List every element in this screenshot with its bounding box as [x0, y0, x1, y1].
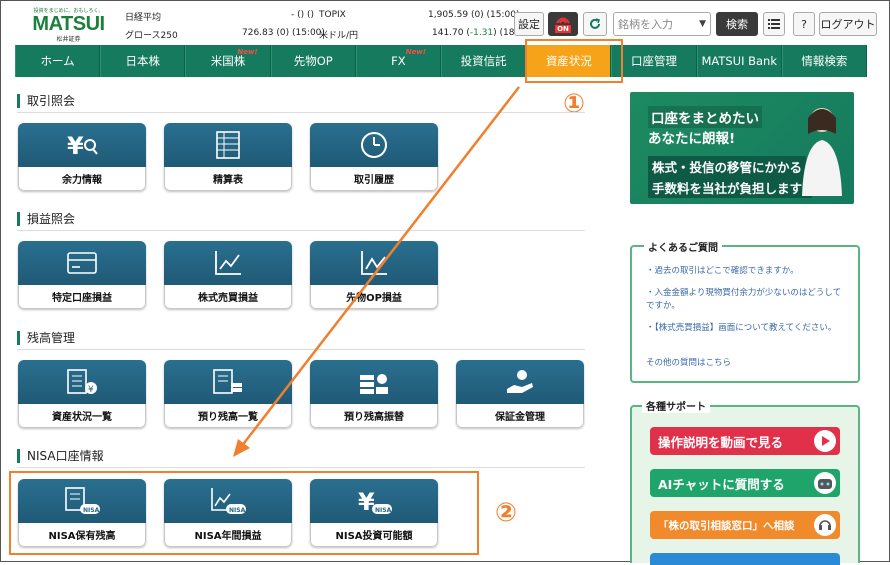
consultation-button[interactable]: 「株の取引相談窓口」へ相談 — [650, 511, 840, 539]
faq-more-link[interactable]: その他の質問はこちら — [646, 357, 846, 370]
robot-icon — [814, 472, 836, 494]
woman-illustration — [802, 108, 842, 196]
promo-banner[interactable]: 口座をまとめたい あなたに朗報! 株式・投信の移管にかかる 手数料を当社が負担し… — [630, 92, 854, 204]
support-button-partial[interactable] — [650, 553, 840, 565]
faq-title: よくあるご質問 — [644, 239, 722, 254]
banner-line: 口座をまとめたい — [648, 106, 762, 128]
banner-line: あなたに朗報! — [648, 131, 736, 147]
faq-link[interactable]: ・過去の取引はどこで確認できますか。 — [646, 265, 846, 278]
faq-link[interactable]: ・入金金額より現物買付余力が少ないのはどうしてですか。 — [646, 287, 846, 313]
banner-line: 手数料を当社が負担します! — [648, 177, 812, 198]
support-title: 各種サポート — [642, 398, 710, 413]
faq-link[interactable]: ・【株式売買損益】画面について教えてください。 — [646, 322, 846, 335]
page-frame: 投資をまじめに、おもしろく。 MATSUI 松井証券 日経平均 - () () … — [0, 0, 890, 565]
play-icon — [814, 430, 836, 452]
banner-line: 株式・投信の移管にかかる — [648, 156, 807, 177]
headset-icon — [814, 514, 836, 536]
faq-panel: よくあるご質問 ・過去の取引はどこで確認できますか。 ・入金金額より現物買付余力… — [630, 239, 860, 383]
support-panel: 各種サポート 操作説明を動画で見る AIチャットに質問する 「株の取引相談窓口」… — [630, 398, 860, 565]
ai-chat-button[interactable]: AIチャットに質問する — [650, 469, 840, 497]
video-guide-button[interactable]: 操作説明を動画で見る — [650, 427, 840, 455]
